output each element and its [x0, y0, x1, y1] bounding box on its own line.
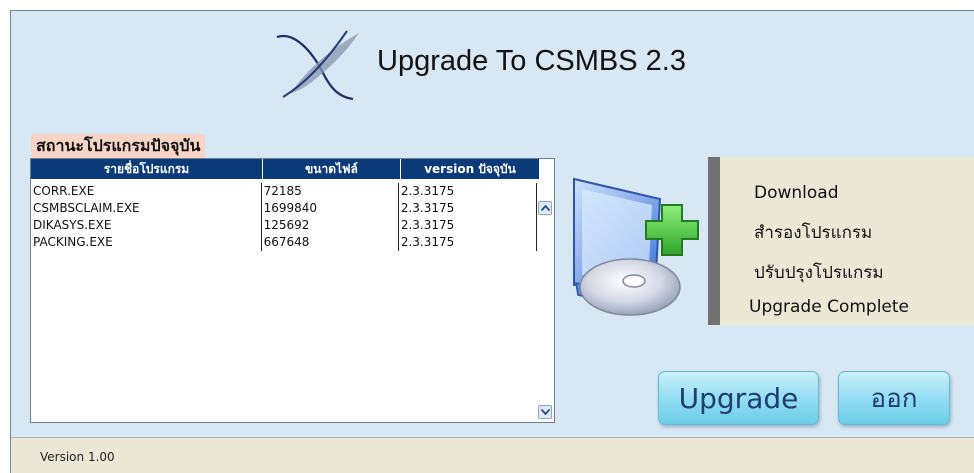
step-backup-program: สำรองโปรแกรม	[754, 223, 873, 243]
section-title-current-status: สถานะโปรแกรมปัจจุบัน	[31, 134, 206, 158]
cell-program-name: CORR.EXE	[33, 184, 95, 198]
step-upgrade-complete: Upgrade Complete	[749, 297, 910, 317]
table-row[interactable]: DIKASYS.EXE 125692 2.3.3175	[31, 217, 537, 234]
scroll-down-icon	[540, 409, 550, 415]
app-title: Upgrade To CSMBS 2.3	[377, 45, 686, 77]
status-bar: Version 1.00	[11, 437, 974, 473]
cell-version: 2.3.3175	[397, 183, 537, 200]
cell-program-name: PACKING.EXE	[33, 235, 113, 249]
csmbs-logo-icon	[276, 30, 359, 101]
cell-file-size: 72185	[260, 183, 398, 200]
version-label: Version 1.00	[40, 450, 115, 464]
scroll-down-button[interactable]	[538, 405, 552, 419]
cell-file-size: 667648	[260, 234, 398, 251]
upgrade-steps-panel: Download สำรองโปรแกรม ปรับปรุงโปรแกรม Up…	[708, 157, 974, 325]
table-row[interactable]: CORR.EXE 72185 2.3.3175	[31, 183, 537, 200]
step-update-program: ปรับปรุงโปรแกรม	[754, 263, 884, 283]
cell-version: 2.3.3175	[397, 200, 537, 217]
scroll-up-icon	[540, 205, 550, 211]
column-header-program-name[interactable]: รายชื่อโปรแกรม	[31, 159, 263, 179]
program-listview[interactable]: รายชื่อโปรแกรม ขนาดไฟล์ version ปัจจุบัน…	[30, 158, 555, 423]
cell-file-size: 125692	[260, 217, 398, 234]
upgrade-button[interactable]: Upgrade	[658, 371, 819, 425]
list-rows: CORR.EXE 72185 2.3.3175 CSMBSCLAIM.EXE 1…	[31, 183, 537, 251]
column-header-version[interactable]: version ปัจจุบัน	[401, 159, 539, 179]
exit-button[interactable]: ออก	[838, 371, 950, 425]
cell-file-size: 1699840	[260, 200, 398, 217]
table-row[interactable]: CSMBSCLAIM.EXE 1699840 2.3.3175	[31, 200, 537, 217]
step-download: Download	[754, 183, 839, 203]
cell-version: 2.3.3175	[397, 234, 537, 251]
table-row[interactable]: PACKING.EXE 667648 2.3.3175	[31, 234, 537, 251]
cell-program-name: DIKASYS.EXE	[33, 218, 112, 232]
column-header-file-size[interactable]: ขนาดไฟล์	[263, 159, 401, 179]
cell-program-name: CSMBSCLAIM.EXE	[33, 201, 140, 215]
scroll-up-button[interactable]	[538, 201, 552, 215]
list-header: รายชื่อโปรแกรม ขนาดไฟล์ version ปัจจุบัน	[31, 159, 554, 179]
cell-version: 2.3.3175	[397, 217, 537, 234]
computer-disc-plus-icon	[573, 177, 699, 316]
main-window: Upgrade To CSMBS 2.3 สถานะโปรแกรมปัจจุบั…	[10, 10, 974, 473]
